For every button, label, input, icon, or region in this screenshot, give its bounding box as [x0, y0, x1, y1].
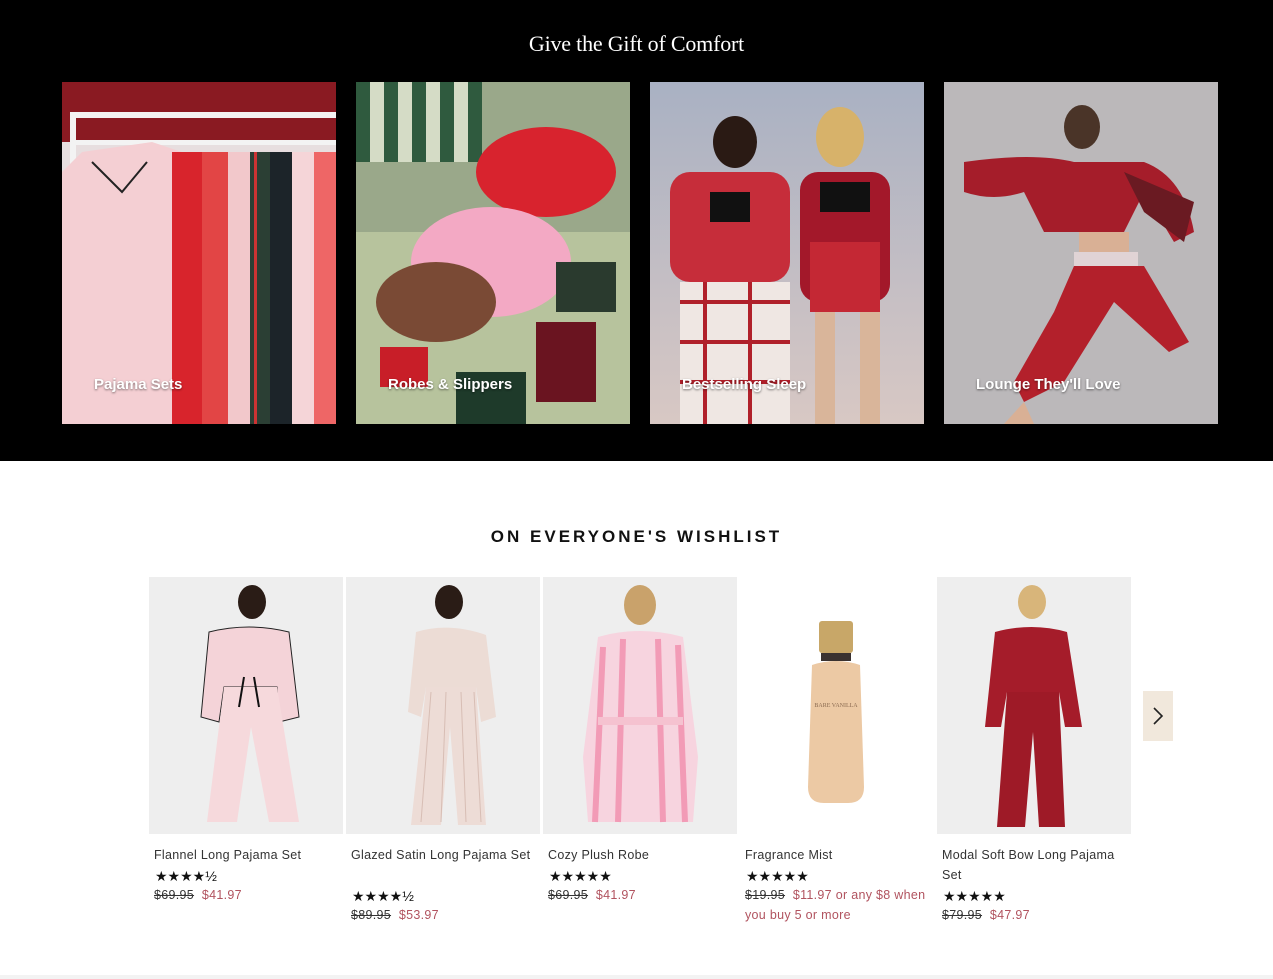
- sale-price: $41.97: [201, 888, 242, 902]
- product-price: $89.95 $53.97: [351, 905, 536, 925]
- rating-stars: ★★★★★: [549, 868, 612, 884]
- wishlist-heading: ON EVERYONE'S WISHLIST: [490, 527, 783, 546]
- category-tile-robes-slippers[interactable]: Robes & Slippers: [356, 82, 630, 424]
- sale-price: $41.97: [595, 888, 636, 902]
- tile-label: Pajama Sets: [94, 376, 183, 393]
- product-name[interactable]: Glazed Satin Long Pajama Set: [351, 845, 536, 865]
- gift-banner-title: Give the Gift of Comfort: [528, 31, 745, 56]
- product-name[interactable]: Modal Soft Bow Long Pajama Set: [942, 845, 1127, 885]
- sale-price: $53.97: [398, 908, 439, 922]
- product-name[interactable]: Cozy Plush Robe: [548, 845, 733, 865]
- chevron-right-icon: [1153, 707, 1164, 725]
- carousel-next-button[interactable]: [1143, 691, 1173, 741]
- product-price: $69.95 $41.97: [154, 885, 339, 905]
- rating-stars: ★★★★½: [352, 888, 414, 904]
- product-price: $19.95 $11.97 or any $8 when you buy 5 o…: [745, 885, 930, 925]
- category-tile-lounge[interactable]: Lounge They'll Love: [944, 82, 1218, 424]
- section-divider: [0, 975, 1273, 979]
- original-price: $69.95: [548, 888, 589, 902]
- lounge-model-image: [944, 82, 1218, 424]
- product-name[interactable]: Fragrance Mist: [745, 845, 930, 865]
- product-card-satin-pajama-set[interactable]: Glazed Satin Long Pajama Set ★★★★½ $89.9…: [346, 577, 540, 922]
- product-card-modal-soft-pajama-set[interactable]: Modal Soft Bow Long Pajama Set ★★★★★ $79…: [937, 577, 1131, 922]
- robes-photo-image: [356, 82, 630, 424]
- rating-stars: ★★★★★: [746, 868, 809, 884]
- sale-price: $47.97: [989, 908, 1030, 922]
- tile-label: Bestselling Sleep: [682, 376, 807, 393]
- product-image[interactable]: BARE VANILLA: [740, 577, 934, 834]
- pajama-rack-image: [62, 82, 336, 424]
- bestselling-sleep-image: [650, 82, 924, 424]
- mist-bottle-label: BARE VANILLA: [814, 703, 858, 709]
- gift-banner: Give the Gift of Comfort Pajama Sets Rob…: [0, 0, 1273, 461]
- category-tile-pajama-sets[interactable]: Pajama Sets: [62, 82, 336, 424]
- original-price: $19.95: [745, 888, 786, 902]
- product-name[interactable]: Flannel Long Pajama Set: [154, 845, 339, 865]
- product-card-cozy-plush-robe[interactable]: Cozy Plush Robe ★★★★★ $69.95 $41.97: [543, 577, 737, 917]
- original-price: $89.95: [351, 908, 392, 922]
- original-price: $79.95: [942, 908, 983, 922]
- product-card-flannel-pajama-set[interactable]: Flannel Long Pajama Set ★★★★½ $69.95 $41…: [149, 577, 343, 917]
- original-price: $69.95: [154, 888, 195, 902]
- product-image[interactable]: [346, 577, 540, 834]
- product-image[interactable]: [149, 577, 343, 834]
- product-price: $79.95 $47.97: [942, 905, 1127, 925]
- product-image[interactable]: [543, 577, 737, 834]
- rating-stars: ★★★★½: [155, 868, 217, 884]
- category-tile-bestselling-sleep[interactable]: Bestselling Sleep: [650, 82, 924, 424]
- product-price: $69.95 $41.97: [548, 885, 733, 905]
- tile-label: Lounge They'll Love: [976, 376, 1121, 393]
- product-image[interactable]: [937, 577, 1131, 834]
- tile-label: Robes & Slippers: [388, 376, 513, 393]
- product-card-fragrance-mist[interactable]: BARE VANILLA Fragrance Mist ★★★★★ $19.95…: [740, 577, 934, 922]
- rating-stars: ★★★★★: [943, 888, 1006, 904]
